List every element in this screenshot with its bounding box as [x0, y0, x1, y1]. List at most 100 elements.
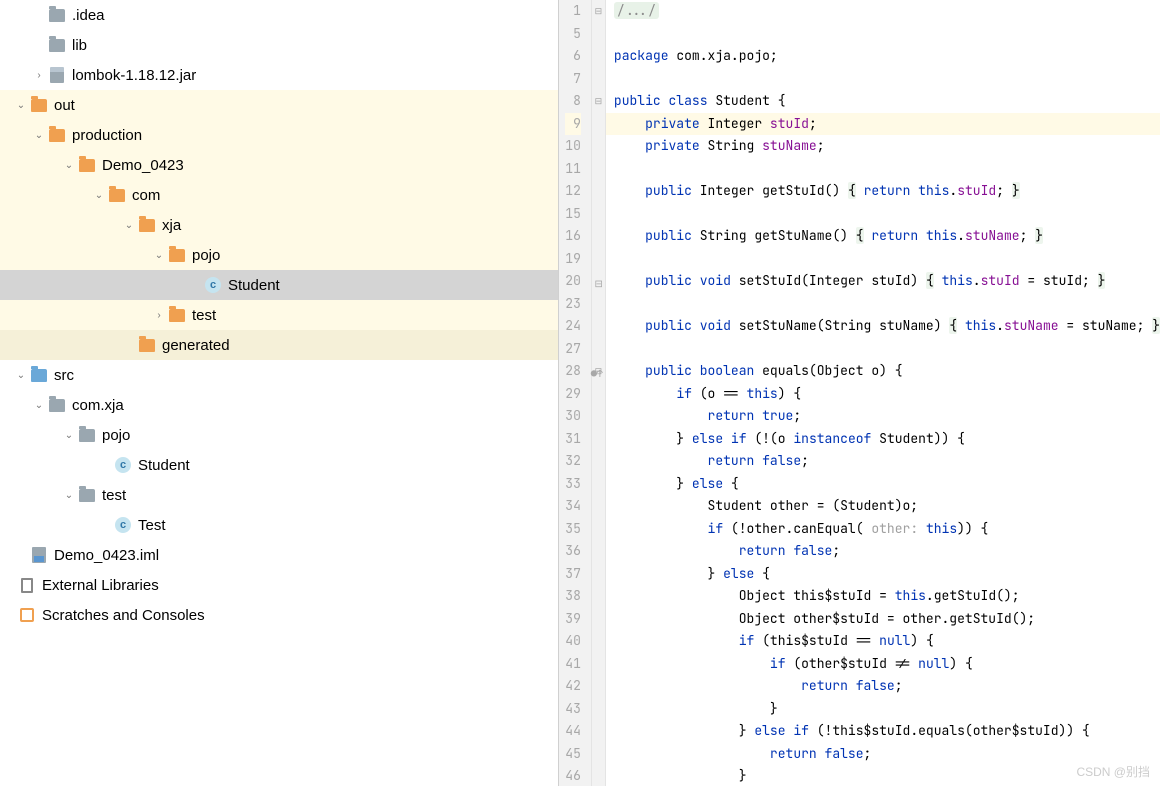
fold-cell[interactable] [592, 405, 605, 428]
fold-cell[interactable] [592, 630, 605, 653]
tree-item[interactable]: ⌄src [0, 360, 558, 390]
code-line[interactable]: Object this$stuId = this.getStuId(); [606, 585, 1160, 608]
code-line[interactable]: return true; [606, 405, 1160, 428]
tree-item[interactable]: generated [0, 330, 558, 360]
code-line[interactable] [606, 248, 1160, 271]
code-line[interactable]: private String stuName; [606, 135, 1160, 158]
code-line[interactable] [606, 23, 1160, 46]
code-line[interactable] [606, 338, 1160, 361]
code-line[interactable]: } else if (!(o instanceof Student)) { [606, 428, 1160, 451]
tree-item[interactable]: ⌄xja [0, 210, 558, 240]
tree-item[interactable]: cStudent [0, 270, 558, 300]
expand-arrow-icon[interactable]: ⌄ [12, 100, 30, 111]
tree-item[interactable]: External Libraries [0, 570, 558, 600]
fold-cell[interactable] [592, 68, 605, 91]
tree-item[interactable]: ⌄com [0, 180, 558, 210]
code-line[interactable]: public boolean equals(Object o) { [606, 360, 1160, 383]
fold-cell[interactable] [592, 248, 605, 271]
code-line[interactable]: public String getStuName() { return this… [606, 225, 1160, 248]
fold-cell[interactable] [592, 698, 605, 721]
expand-arrow-icon[interactable]: ⌄ [60, 490, 78, 501]
fold-column[interactable]: ⊟⊟⊟ [592, 0, 606, 786]
fold-cell[interactable] [592, 383, 605, 406]
fold-cell[interactable] [592, 675, 605, 698]
tree-item[interactable]: ⌄pojo [0, 420, 558, 450]
tree-item[interactable]: ›test [0, 300, 558, 330]
fold-cell[interactable] [592, 585, 605, 608]
fold-cell[interactable] [592, 203, 605, 226]
expand-arrow-icon[interactable]: ⌄ [90, 190, 108, 201]
fold-cell[interactable] [592, 563, 605, 586]
tree-item[interactable]: ⌄out [0, 90, 558, 120]
expand-arrow-icon[interactable]: ⌄ [120, 220, 138, 231]
code-line[interactable]: return false; [606, 450, 1160, 473]
code-line[interactable]: /.../ [606, 0, 1160, 23]
code-area[interactable]: /.../package com.xja.pojo;public class S… [606, 0, 1160, 786]
fold-cell[interactable] [592, 518, 605, 541]
tree-item[interactable]: cStudent [0, 450, 558, 480]
tree-item[interactable]: ⌄Demo_0423 [0, 150, 558, 180]
fold-cell[interactable] [592, 180, 605, 203]
fold-cell[interactable] [592, 653, 605, 676]
fold-cell[interactable] [592, 315, 605, 338]
fold-cell[interactable]: ⊟ [592, 90, 605, 113]
tree-item[interactable]: Scratches and Consoles [0, 600, 558, 630]
code-line[interactable]: Object other$stuId = other.getStuId(); [606, 608, 1160, 631]
code-line[interactable] [606, 293, 1160, 316]
code-line[interactable]: if (other$stuId != null) { [606, 653, 1160, 676]
expand-arrow-icon[interactable]: › [30, 70, 48, 81]
code-line[interactable]: return false; [606, 540, 1160, 563]
expand-arrow-icon[interactable]: ⌄ [30, 130, 48, 141]
code-line[interactable] [606, 203, 1160, 226]
project-tree[interactable]: .idealib›lombok-1.18.12.jar⌄out⌄producti… [0, 0, 559, 786]
fold-cell[interactable] [592, 113, 605, 136]
expand-arrow-icon[interactable]: ⌄ [60, 430, 78, 441]
tree-item[interactable]: ⌄test [0, 480, 558, 510]
code-line[interactable]: if (!other.canEqual( other: this)) { [606, 518, 1160, 541]
fold-cell[interactable] [592, 45, 605, 68]
code-line[interactable]: } else if (!this$stuId.equals(other$stuI… [606, 720, 1160, 743]
fold-cell[interactable] [592, 158, 605, 181]
code-line[interactable]: if (this$stuId == null) { [606, 630, 1160, 653]
fold-cell[interactable] [592, 450, 605, 473]
tree-item[interactable]: Demo_0423.iml [0, 540, 558, 570]
tree-item[interactable]: ⌄pojo [0, 240, 558, 270]
fold-cell[interactable] [592, 540, 605, 563]
fold-cell[interactable] [592, 720, 605, 743]
code-line[interactable] [606, 68, 1160, 91]
fold-cell[interactable] [592, 473, 605, 496]
fold-cell[interactable] [592, 765, 605, 788]
fold-cell[interactable] [592, 428, 605, 451]
tree-item[interactable]: ⌄com.xja [0, 390, 558, 420]
code-line[interactable] [606, 158, 1160, 181]
code-line[interactable]: if (o == this) { [606, 383, 1160, 406]
code-line[interactable]: } [606, 698, 1160, 721]
code-line[interactable]: return false; [606, 743, 1160, 766]
code-line[interactable]: private Integer stuId; [606, 113, 1160, 136]
code-line[interactable]: } else { [606, 563, 1160, 586]
fold-cell[interactable] [592, 608, 605, 631]
fold-cell[interactable] [592, 293, 605, 316]
code-line[interactable]: public class Student { [606, 90, 1160, 113]
code-line[interactable]: } else { [606, 473, 1160, 496]
fold-cell[interactable] [592, 743, 605, 766]
fold-cell[interactable] [592, 225, 605, 248]
code-line[interactable]: Student other = (Student)o; [606, 495, 1160, 518]
fold-cell[interactable] [592, 23, 605, 46]
expand-arrow-icon[interactable]: ⌄ [30, 400, 48, 411]
fold-cell[interactable] [592, 338, 605, 361]
code-line[interactable]: public void setStuId(Integer stuId) { th… [606, 270, 1160, 293]
code-line[interactable]: public void setStuName(String stuName) {… [606, 315, 1160, 338]
code-line[interactable]: public Integer getStuId() { return this.… [606, 180, 1160, 203]
tree-item[interactable]: ⌄production [0, 120, 558, 150]
fold-cell[interactable] [592, 135, 605, 158]
tree-item[interactable]: .idea [0, 0, 558, 30]
expand-arrow-icon[interactable]: ⌄ [150, 250, 168, 261]
expand-arrow-icon[interactable]: ⌄ [12, 370, 30, 381]
tree-item[interactable]: ›lombok-1.18.12.jar [0, 60, 558, 90]
fold-cell[interactable] [592, 495, 605, 518]
fold-cell[interactable]: ⊟ [592, 0, 605, 23]
tree-item[interactable]: cTest [0, 510, 558, 540]
code-line[interactable]: return false; [606, 675, 1160, 698]
expand-arrow-icon[interactable]: › [150, 310, 168, 321]
